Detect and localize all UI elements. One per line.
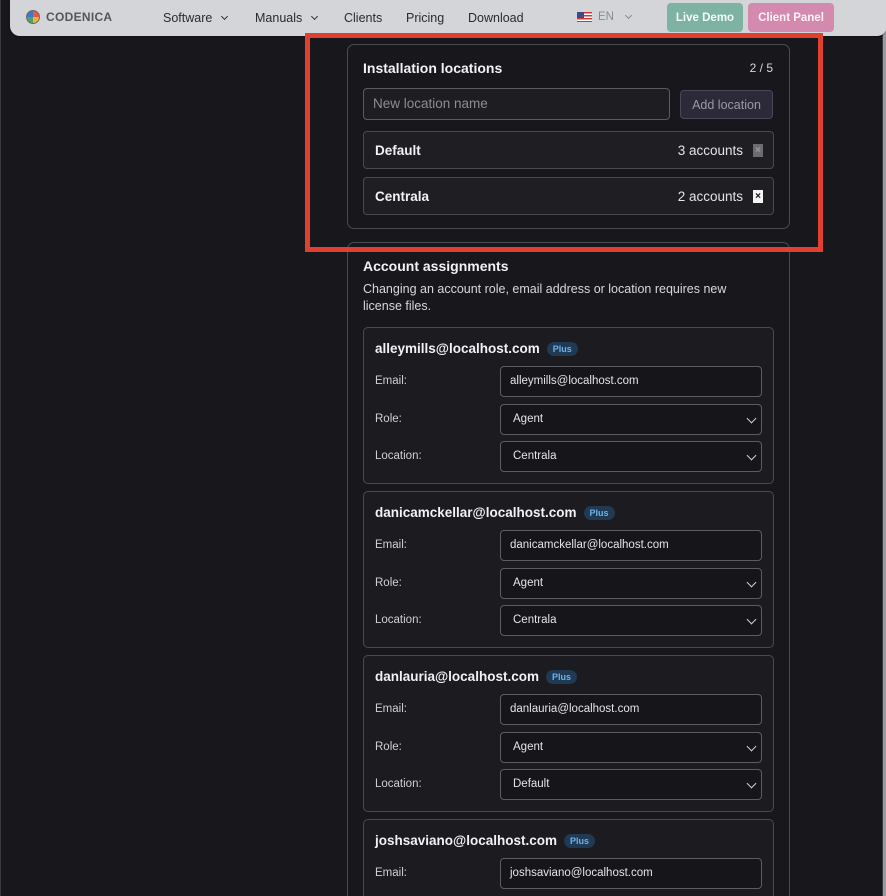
location-select[interactable]: Centrala bbox=[500, 605, 762, 636]
language-selector[interactable]: EN bbox=[577, 11, 633, 23]
email-field[interactable]: danicamckellar@localhost.com bbox=[500, 530, 762, 561]
client-panel-button[interactable]: Client Panel bbox=[748, 3, 834, 32]
role-label: Role: bbox=[375, 413, 402, 425]
chevron-down-icon bbox=[221, 12, 229, 21]
chevron-down-icon bbox=[311, 12, 319, 21]
email-label: Email: bbox=[375, 539, 407, 551]
nav-pricing-label: Pricing bbox=[406, 11, 445, 25]
account-card: alleymills@localhost.com Plus Email: all… bbox=[363, 327, 774, 484]
location-name: Centrala bbox=[375, 189, 430, 204]
codenica-logo-icon bbox=[26, 10, 40, 24]
role-select[interactable]: Agent bbox=[500, 732, 762, 763]
installation-locations-panel: Installation locations 2 / 5 New locatio… bbox=[347, 44, 790, 229]
role-label: Role: bbox=[375, 577, 402, 589]
email-field[interactable]: joshsaviano@localhost.com bbox=[500, 858, 762, 889]
plan-badge: Plus bbox=[583, 505, 615, 520]
account-heading: alleymills@localhost.com Plus bbox=[375, 341, 578, 356]
accounts-title: Account assignments bbox=[363, 258, 509, 274]
account-heading: danlauria@localhost.com Plus bbox=[375, 669, 577, 684]
location-name: Default bbox=[375, 143, 421, 158]
location-row: Default 3 accounts × bbox=[363, 131, 774, 169]
account-card: joshsaviano@localhost.com Plus Email: jo… bbox=[363, 819, 774, 896]
delete-location-icon[interactable]: × bbox=[753, 144, 763, 157]
accounts-description: Changing an account role, email address … bbox=[363, 282, 727, 313]
location-account-count: 3 accounts bbox=[677, 143, 743, 158]
plan-badge: Plus bbox=[563, 833, 595, 848]
live-demo-button[interactable]: Live Demo bbox=[667, 3, 743, 32]
location-label: Location: bbox=[375, 614, 422, 626]
role-select[interactable]: Agent bbox=[500, 568, 762, 599]
location-row: Centrala 2 accounts × bbox=[363, 177, 774, 215]
account-email-title: danicamckellar@localhost.com bbox=[375, 505, 577, 520]
location-label: Location: bbox=[375, 450, 422, 462]
account-email-title: joshsaviano@localhost.com bbox=[375, 833, 557, 848]
email-field[interactable]: danlauria@localhost.com bbox=[500, 694, 762, 725]
language-label: EN bbox=[598, 11, 614, 23]
plan-badge: Plus bbox=[546, 341, 578, 356]
chevron-down-icon bbox=[624, 11, 633, 20]
account-card: danlauria@localhost.com Plus Email: danl… bbox=[363, 655, 774, 812]
plan-badge: Plus bbox=[545, 669, 577, 684]
top-navigation: CODENICA Software Manuals Clients Pricin… bbox=[10, 0, 886, 36]
role-label: Role: bbox=[375, 741, 402, 753]
nav-software-label: Software bbox=[163, 11, 213, 25]
new-location-input[interactable]: New location name bbox=[363, 88, 670, 120]
account-email-title: alleymills@localhost.com bbox=[375, 341, 540, 356]
nav-manuals-label: Manuals bbox=[255, 11, 303, 25]
nav-download[interactable]: Download bbox=[468, 11, 524, 25]
brand[interactable]: CODENICA bbox=[26, 10, 112, 24]
account-email-title: danlauria@localhost.com bbox=[375, 669, 539, 684]
account-assignments-panel: Account assignments Changing an account … bbox=[347, 242, 790, 896]
add-location-button[interactable]: Add location bbox=[680, 90, 773, 119]
nav-software[interactable]: Software bbox=[163, 11, 229, 25]
email-label: Email: bbox=[375, 375, 407, 387]
locations-counter: 2 / 5 bbox=[749, 61, 773, 75]
account-heading: danicamckellar@localhost.com Plus bbox=[375, 505, 615, 520]
location-select[interactable]: Default bbox=[500, 769, 762, 800]
locations-title: Installation locations bbox=[363, 60, 503, 76]
delete-location-icon[interactable]: × bbox=[753, 190, 763, 203]
nav-manuals[interactable]: Manuals bbox=[255, 11, 319, 25]
nav-pricing[interactable]: Pricing bbox=[406, 11, 444, 25]
account-card: danicamckellar@localhost.com Plus Email:… bbox=[363, 491, 774, 648]
account-heading: joshsaviano@localhost.com Plus bbox=[375, 833, 595, 848]
email-label: Email: bbox=[375, 703, 407, 715]
location-select[interactable]: Centrala bbox=[500, 441, 762, 472]
app-window: CODENICA Software Manuals Clients Pricin… bbox=[0, 0, 886, 896]
email-field[interactable]: alleymills@localhost.com bbox=[500, 366, 762, 397]
brand-name: CODENICA bbox=[46, 10, 113, 24]
location-label: Location: bbox=[375, 778, 422, 790]
email-label: Email: bbox=[375, 867, 407, 879]
nav-clients-label: Clients bbox=[344, 11, 383, 25]
location-account-count: 2 accounts bbox=[677, 189, 743, 204]
nav-clients[interactable]: Clients bbox=[344, 11, 382, 25]
nav-download-label: Download bbox=[468, 11, 524, 25]
role-select[interactable]: Agent bbox=[500, 404, 762, 435]
us-flag-icon bbox=[577, 12, 592, 22]
